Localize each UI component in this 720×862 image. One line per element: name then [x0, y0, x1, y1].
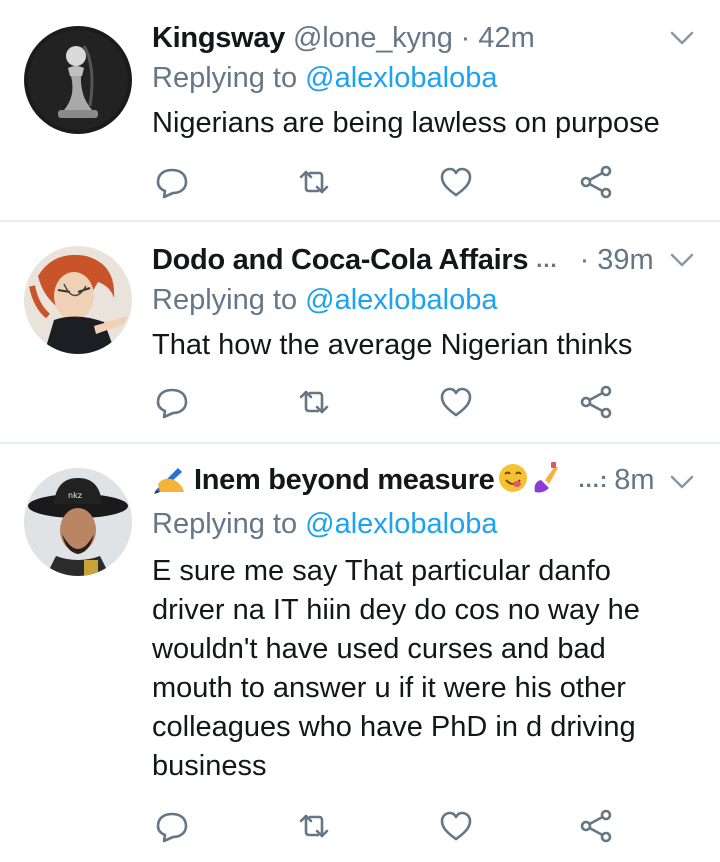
display-name[interactable]: Inem beyond measure — [194, 464, 495, 497]
share-icon[interactable] — [576, 806, 616, 846]
like-icon[interactable] — [436, 382, 476, 422]
tweet-text-line: driver na IT hiin dey do cos no way he — [152, 594, 640, 626]
yum-face-emoji — [497, 462, 529, 499]
tweet-text-line: colleagues who have PhD in d driving — [152, 711, 636, 743]
mention-link[interactable]: @alexlobaloba — [305, 284, 497, 316]
mention-link[interactable]: @alexlobaloba — [305, 62, 497, 94]
chevron-down-icon[interactable] — [670, 252, 694, 268]
tweet-text: That how the average Nigerian thinks — [152, 329, 633, 361]
replying-to: Replying to @alexlobaloba — [152, 508, 497, 541]
avatar[interactable]: nkz — [24, 468, 132, 576]
chevron-down-icon[interactable] — [670, 30, 694, 46]
tweet-actions — [152, 382, 612, 422]
display-name[interactable]: Kingsway — [152, 22, 285, 55]
name-truncation: ...: — [578, 467, 609, 492]
timestamp: · 42m — [460, 21, 535, 54]
tweet[interactable]: Dodo and Coca-Cola Affairs ... · 39m Rep… — [0, 222, 720, 444]
replying-to-label: Replying to — [152, 284, 306, 316]
tweet-text: E sure me say That particular danfo driv… — [152, 552, 680, 786]
share-icon[interactable] — [576, 382, 616, 422]
retweet-icon[interactable] — [294, 162, 334, 202]
name-truncation: ... — [536, 247, 558, 272]
replying-to-label: Replying to — [152, 508, 306, 540]
replying-to: Replying to @alexlobaloba — [152, 284, 497, 317]
tweet-actions — [152, 162, 612, 202]
writing-hand-emoji — [152, 462, 188, 499]
tweet-actions — [152, 806, 612, 846]
reply-icon[interactable] — [152, 162, 192, 202]
retweet-icon[interactable] — [294, 806, 334, 846]
tweet[interactable]: Kingsway @lone_kyng · 42m Replying to @a… — [0, 0, 720, 222]
reply-icon[interactable] — [152, 806, 192, 846]
display-name[interactable]: Dodo and Coca-Cola Affairs — [152, 244, 529, 277]
tweet-text-line: E sure me say That particular danfo — [152, 555, 611, 587]
svg-text:nkz: nkz — [68, 491, 82, 500]
chevron-down-icon[interactable] — [670, 474, 694, 490]
tweet-text-line: business — [152, 750, 267, 782]
mention-link[interactable]: @alexlobaloba — [305, 508, 497, 540]
replying-to-label: Replying to — [152, 62, 306, 94]
like-icon[interactable] — [436, 162, 476, 202]
replying-to: Replying to @alexlobaloba — [152, 62, 497, 95]
reply-icon[interactable] — [152, 382, 192, 422]
avatar[interactable] — [24, 246, 132, 354]
tweet-text-line: wouldn't have used curses and bad — [152, 633, 606, 665]
timestamp: 8m — [614, 463, 655, 496]
share-icon[interactable] — [576, 162, 616, 202]
tweet[interactable]: nkz Inem beyond measure ...: 8m Replying… — [0, 444, 720, 862]
tweet-text-line: mouth to answer u if it were his other — [152, 672, 626, 704]
timestamp: · 39m — [579, 243, 654, 276]
nail-polish-emoji — [531, 461, 559, 499]
user-handle[interactable]: @lone_kyng — [293, 22, 453, 55]
retweet-icon[interactable] — [294, 382, 334, 422]
avatar[interactable] — [24, 26, 132, 134]
tweet-text: Nigerians are being lawless on purpose — [152, 107, 660, 139]
like-icon[interactable] — [436, 806, 476, 846]
